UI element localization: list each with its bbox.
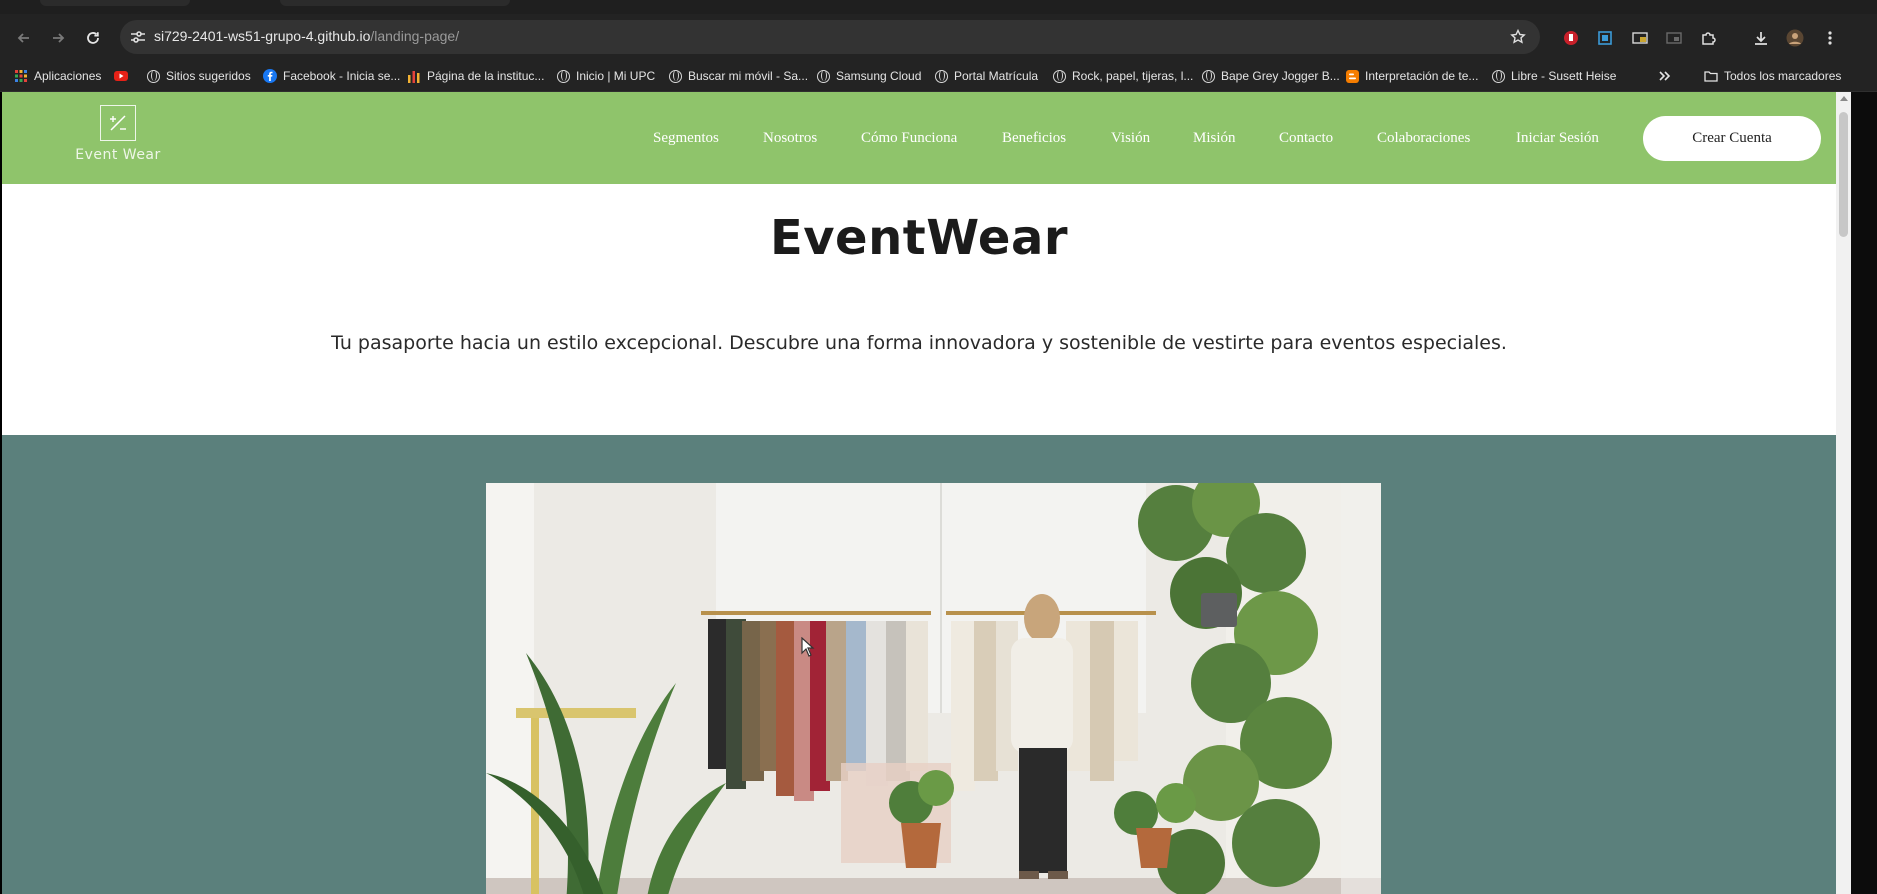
bookmark-mi-upc[interactable]: Inicio | Mi UPC	[556, 67, 655, 85]
mouse-cursor-icon	[801, 636, 815, 662]
globe-icon	[934, 69, 948, 83]
download-icon[interactable]	[1752, 29, 1770, 47]
profile-avatar[interactable]	[1786, 29, 1804, 47]
folder-icon	[1704, 69, 1718, 83]
extension-shield-icon[interactable]	[1562, 29, 1580, 47]
bookmark-label: Libre - Susett Heise	[1511, 69, 1617, 83]
bookmark-buscar-movil[interactable]: Buscar mi móvil - Sa...	[668, 67, 808, 85]
all-bookmarks-label: Todos los marcadores	[1724, 69, 1842, 83]
nav-vision[interactable]: Visión	[1111, 130, 1150, 147]
scrollbar-thumb[interactable]	[1839, 112, 1848, 237]
all-bookmarks-folder[interactable]: Todos los marcadores	[1704, 67, 1841, 85]
url-host: si729-2401-ws51-grupo-4.github.io	[154, 28, 371, 44]
address-bar[interactable]: si729-2401-ws51-grupo-4.github.io/landin…	[120, 20, 1540, 54]
globe-icon	[556, 69, 570, 83]
bookmark-label: Sitios sugeridos	[166, 69, 251, 83]
globe-icon	[668, 69, 682, 83]
bookmark-libre-susett[interactable]: Libre - Susett Heise	[1491, 67, 1616, 85]
scroll-up-arrow-icon[interactable]	[1840, 96, 1848, 101]
url-text[interactable]: si729-2401-ws51-grupo-4.github.io/landin…	[154, 28, 459, 44]
nav-segmentos[interactable]: Segmentos	[653, 130, 719, 147]
nav-iniciar-sesion[interactable]: Iniciar Sesión	[1516, 130, 1599, 147]
nav-nosotros[interactable]: Nosotros	[763, 130, 817, 147]
browser-menu-icon[interactable]	[1821, 29, 1839, 47]
bookmark-star-icon[interactable]	[1508, 27, 1528, 47]
clothing-rack-photo	[486, 483, 1381, 894]
logo-text: Event Wear	[75, 147, 161, 163]
nav-como-funciona[interactable]: Cómo Funciona	[861, 130, 957, 147]
bookmark-label: Página de la instituc...	[427, 69, 545, 83]
browser-toolbar: si729-2401-ws51-grupo-4.github.io/landin…	[0, 14, 1877, 60]
picture-in-picture-icon[interactable]	[1665, 29, 1683, 47]
forward-button[interactable]	[46, 26, 70, 50]
youtube-icon	[114, 69, 128, 83]
globe-icon	[146, 69, 160, 83]
create-account-button[interactable]: Crear Cuenta	[1643, 116, 1821, 161]
bar-chart-icon	[407, 69, 421, 83]
browser-tab[interactable]	[280, 0, 510, 6]
bookmark-label: Facebook - Inicia se...	[283, 69, 401, 83]
bookmark-label: Rock, papel, tijeras, l...	[1072, 69, 1194, 83]
bookmark-label: Portal Matrícula	[954, 69, 1039, 83]
nav-mision[interactable]: Misión	[1193, 130, 1236, 147]
reload-button[interactable]	[81, 26, 105, 50]
globe-icon	[1052, 69, 1066, 83]
bookmark-facebook[interactable]: Facebook - Inicia se...	[263, 67, 400, 85]
bookmark-pagina-institucion[interactable]: Página de la instituc...	[407, 67, 544, 85]
bookmark-label: Aplicaciones	[34, 69, 102, 83]
nav-beneficios[interactable]: Beneficios	[1002, 130, 1066, 147]
url-path: /landing-page/	[370, 28, 460, 44]
window-edge	[1851, 92, 1877, 894]
site-settings-icon[interactable]	[128, 27, 148, 47]
double-chevron-right-icon	[1658, 69, 1672, 83]
nav-contacto[interactable]: Contacto	[1279, 130, 1333, 147]
globe-icon	[1491, 69, 1505, 83]
extensions-puzzle-icon[interactable]	[1700, 29, 1718, 47]
back-button[interactable]	[12, 26, 36, 50]
bookmark-youtube[interactable]	[114, 67, 128, 85]
bookmarks-bar: Aplicaciones Sitios sugeridos Facebook -…	[0, 60, 1877, 92]
globe-icon	[1201, 69, 1215, 83]
extension-screenshot-icon[interactable]	[1596, 29, 1614, 47]
bookmark-samsung-cloud[interactable]: Samsung Cloud	[816, 67, 921, 85]
logo-mark-icon	[100, 105, 136, 141]
bookmark-label: Bape Grey Jogger B...	[1221, 69, 1340, 83]
bookmark-interpretacion[interactable]: Interpretación de te...	[1345, 67, 1478, 85]
globe-icon	[816, 69, 830, 83]
bookmark-bape-jogger[interactable]: Bape Grey Jogger B...	[1201, 67, 1340, 85]
reload-icon	[87, 32, 99, 44]
site-header: Event Wear Segmentos Nosotros Cómo Funci…	[2, 92, 1836, 184]
hero-title: EventWear	[769, 210, 1069, 266]
tab-strip	[0, 0, 1877, 14]
apps-grid-icon	[14, 69, 28, 83]
bookmark-sitios-sugeridos[interactable]: Sitios sugeridos	[146, 67, 251, 85]
hero-image-section	[2, 435, 1836, 894]
bookmark-aplicaciones[interactable]: Aplicaciones	[14, 67, 101, 85]
bookmark-portal-matricula[interactable]: Portal Matrícula	[934, 67, 1038, 85]
bookmark-rock-papel[interactable]: Rock, papel, tijeras, l...	[1052, 67, 1193, 85]
facebook-icon	[263, 69, 277, 83]
page-scrollbar[interactable]	[1836, 92, 1851, 894]
more-bookmarks-button[interactable]	[1658, 67, 1672, 85]
extension-window-icon[interactable]	[1631, 29, 1649, 47]
bookmark-label: Buscar mi móvil - Sa...	[688, 69, 809, 83]
bookmark-label: Interpretación de te...	[1365, 69, 1479, 83]
page-viewport: Event Wear Segmentos Nosotros Cómo Funci…	[2, 92, 1877, 894]
blogger-icon	[1345, 69, 1359, 83]
bookmark-label: Inicio | Mi UPC	[576, 69, 656, 83]
hero-subtitle: Tu pasaporte hacia un estilo excepcional…	[331, 332, 1507, 354]
arrow-right-icon	[53, 33, 65, 43]
arrow-left-icon	[17, 33, 29, 43]
browser-tab[interactable]	[40, 0, 190, 6]
site-logo[interactable]: Event Wear	[72, 105, 164, 171]
nav-colaboraciones[interactable]: Colaboraciones	[1377, 130, 1470, 147]
bookmark-label: Samsung Cloud	[836, 69, 922, 83]
